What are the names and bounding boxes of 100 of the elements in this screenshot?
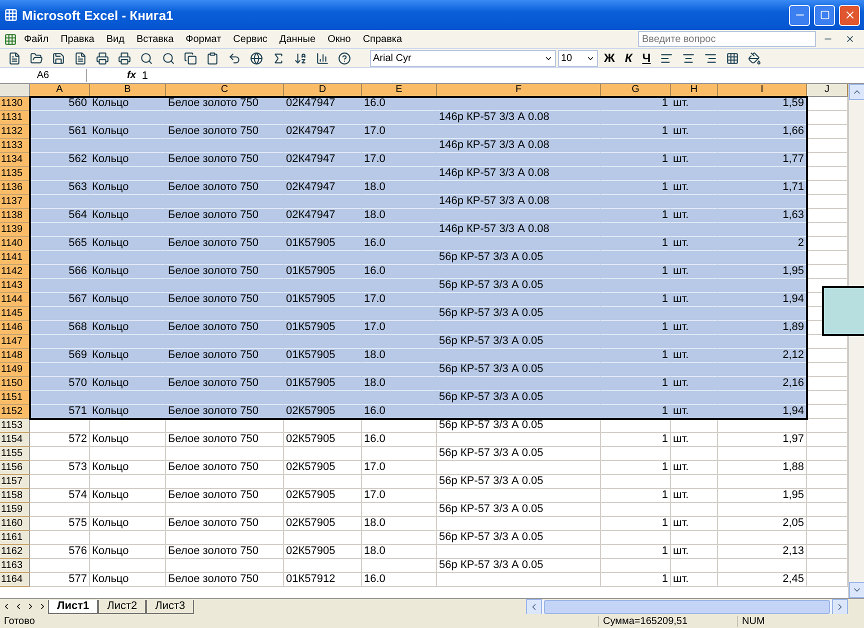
font-select[interactable]: Arial Cyr: [370, 50, 556, 66]
table-cell: 561: [30, 125, 90, 139]
row-header[interactable]: 1149: [0, 363, 30, 377]
help-search-field[interactable]: Введите вопрос: [638, 31, 816, 47]
restore-button[interactable]: [814, 4, 835, 26]
bold-button[interactable]: Ж: [600, 51, 619, 65]
row-header[interactable]: 1142: [0, 265, 30, 279]
menu-item[interactable]: Правка: [56, 34, 100, 44]
table-cell: 567: [30, 293, 90, 307]
font-size-select[interactable]: 10: [558, 50, 598, 66]
menu-item[interactable]: Справка: [358, 34, 408, 44]
sheet-tab[interactable]: Лист2: [98, 600, 146, 614]
menu-item[interactable]: Формат: [180, 34, 226, 44]
row-header[interactable]: 1136: [0, 181, 30, 195]
table-cell: 569: [30, 349, 90, 363]
menu-item[interactable]: Данные: [274, 34, 321, 44]
row-header[interactable]: 1140: [0, 237, 30, 251]
row-header[interactable]: 1158: [0, 489, 30, 503]
row-header[interactable]: 1131: [0, 111, 30, 125]
toolbar-icon: [74, 52, 86, 64]
row-header[interactable]: 1134: [0, 153, 30, 167]
close-icon: [844, 9, 856, 21]
column-header[interactable]: A: [30, 84, 90, 97]
row-header[interactable]: 1153: [0, 419, 30, 433]
row-header[interactable]: 1147: [0, 335, 30, 349]
table-cell: 1: [601, 153, 671, 167]
close-button[interactable]: [839, 4, 860, 26]
menu-item[interactable]: Вставка: [131, 34, 179, 44]
row-header[interactable]: 1151: [0, 391, 30, 405]
table-cell: [30, 475, 90, 489]
row-header[interactable]: 1132: [0, 125, 30, 139]
row-header[interactable]: 1150: [0, 377, 30, 391]
table-cell: Кольцо: [90, 349, 166, 363]
row-header[interactable]: 1152: [0, 405, 30, 419]
toolbar-icon: [294, 52, 306, 64]
table-cell: 56р КР-57 3/3 А 0.05: [437, 251, 601, 265]
column-header[interactable]: E: [362, 84, 437, 97]
scroll-up-button[interactable]: [849, 84, 864, 100]
column-header[interactable]: B: [90, 84, 166, 97]
row-header[interactable]: 1141: [0, 251, 30, 265]
table-cell: Белое золото 750: [166, 489, 284, 503]
row-header[interactable]: 1130: [0, 97, 30, 111]
row-header[interactable]: 1144: [0, 293, 30, 307]
table-cell: 1,59: [718, 97, 807, 111]
column-header[interactable]: G: [601, 84, 671, 97]
table-cell: 02К57905: [284, 461, 362, 475]
column-header[interactable]: H: [671, 84, 718, 97]
name-box[interactable]: A6: [0, 69, 87, 82]
table-cell: 575: [30, 517, 90, 531]
row-header[interactable]: 1157: [0, 475, 30, 489]
table-cell: 573: [30, 461, 90, 475]
scroll-right-button[interactable]: [832, 598, 848, 614]
table-cell: Белое золото 750: [166, 97, 284, 111]
formula-value[interactable]: 1: [142, 70, 148, 82]
row-header[interactable]: 1138: [0, 209, 30, 223]
table-cell: 56р КР-57 3/3 А 0.05: [437, 475, 601, 489]
scroll-left-button[interactable]: [526, 598, 542, 614]
menu-item[interactable]: Окно: [322, 34, 356, 44]
menu-item[interactable]: Вид: [101, 34, 130, 44]
scrollbar-thumb[interactable]: [544, 600, 830, 614]
row-header[interactable]: 1155: [0, 447, 30, 461]
sum-indicator: Сумма=165209,51: [598, 616, 737, 626]
row-header[interactable]: 1156: [0, 461, 30, 475]
table-cell: 568: [30, 321, 90, 335]
table-cell: [601, 503, 671, 517]
row-header[interactable]: 1162: [0, 545, 30, 559]
row-header[interactable]: 1146: [0, 321, 30, 335]
column-header[interactable]: I: [718, 84, 807, 97]
row-header[interactable]: 1148: [0, 349, 30, 363]
row-header[interactable]: 1159: [0, 503, 30, 517]
table-cell: 146р КР-57 3/3 А 0.08: [437, 195, 601, 209]
app-icon: [4, 8, 18, 22]
scroll-down-button[interactable]: [849, 582, 864, 598]
row-header[interactable]: 1161: [0, 531, 30, 545]
row-header[interactable]: 1135: [0, 167, 30, 181]
row-header[interactable]: 1145: [0, 307, 30, 321]
column-header[interactable]: J: [807, 84, 848, 97]
row-header[interactable]: 1133: [0, 139, 30, 153]
minimize-button[interactable]: [789, 4, 810, 26]
underline-button[interactable]: Ч: [638, 51, 655, 65]
column-header[interactable]: C: [166, 84, 284, 97]
row-header[interactable]: 1139: [0, 223, 30, 237]
sheet-tab[interactable]: Лист3: [146, 600, 194, 614]
italic-button[interactable]: К: [620, 51, 636, 65]
menu-item[interactable]: Сервис: [228, 34, 272, 44]
menu-item[interactable]: Файл: [19, 34, 54, 44]
table-cell: Кольцо: [90, 321, 166, 335]
row-header[interactable]: 1160: [0, 517, 30, 531]
row-header[interactable]: 1137: [0, 195, 30, 209]
row-header[interactable]: 1164: [0, 573, 30, 587]
table-cell: 1: [601, 489, 671, 503]
table-cell: 16.0: [362, 433, 437, 447]
column-header[interactable]: F: [437, 84, 601, 97]
row-header[interactable]: 1154: [0, 433, 30, 447]
sheet-tab[interactable]: Лист1: [48, 600, 98, 614]
row-header[interactable]: 1143: [0, 279, 30, 293]
column-header[interactable]: D: [284, 84, 362, 97]
table-cell: шт.: [671, 573, 718, 587]
row-header[interactable]: 1163: [0, 559, 30, 573]
table-cell: 146р КР-57 3/3 А 0.08: [437, 167, 601, 181]
